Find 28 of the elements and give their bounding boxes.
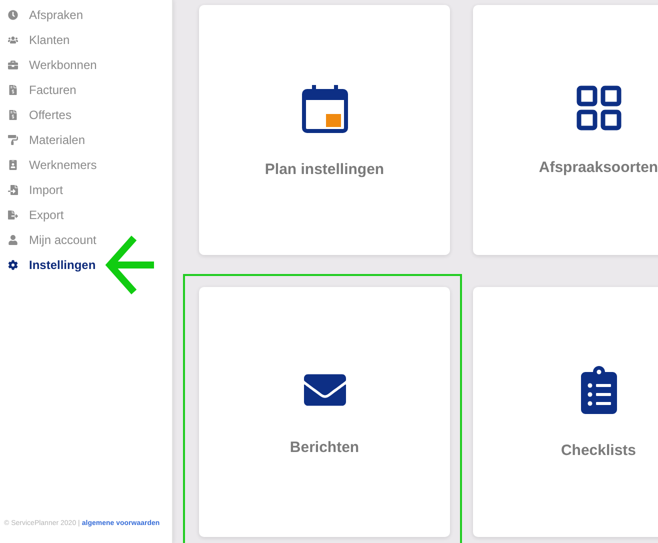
sidebar-item[interactable]: Afspraken: [0, 2, 172, 27]
sidebar-item[interactable]: Offertes: [0, 102, 172, 127]
sidebar-item[interactable]: Werknemers: [0, 152, 172, 177]
briefcase-icon: [7, 60, 19, 70]
settings-card[interactable]: Plan instellingen: [199, 5, 450, 255]
clock-icon: [7, 10, 19, 20]
document-icon: [7, 110, 19, 120]
settings-card[interactable]: Afspraaksoorten: [473, 5, 658, 255]
settings-card[interactable]: Berichten: [199, 287, 450, 537]
sidebar-item[interactable]: Facturen: [0, 77, 172, 102]
grid-icon: [576, 84, 622, 130]
id-badge-icon: [7, 160, 19, 170]
paint-roller-icon: [7, 134, 19, 144]
sidebar-item[interactable]: Mijn account: [0, 227, 172, 252]
sidebar-item[interactable]: Materialen: [0, 127, 172, 152]
file-import-icon: [7, 184, 19, 194]
user-icon: [7, 234, 19, 244]
sidebar-item[interactable]: Werkbonnen: [0, 52, 172, 77]
sidebar-item[interactable]: Import: [0, 177, 172, 202]
settings-card[interactable]: Checklists: [473, 287, 658, 537]
sidebar-item[interactable]: Klanten: [0, 27, 172, 52]
sidebar-item[interactable]: Instellingen: [0, 252, 172, 277]
settings-icon: [7, 260, 19, 270]
calendar-icon: [302, 82, 348, 132]
document-icon: [7, 84, 19, 94]
users-icon: [7, 34, 19, 44]
file-export-icon: [7, 210, 19, 220]
sidebar-item[interactable]: Export: [0, 202, 172, 227]
